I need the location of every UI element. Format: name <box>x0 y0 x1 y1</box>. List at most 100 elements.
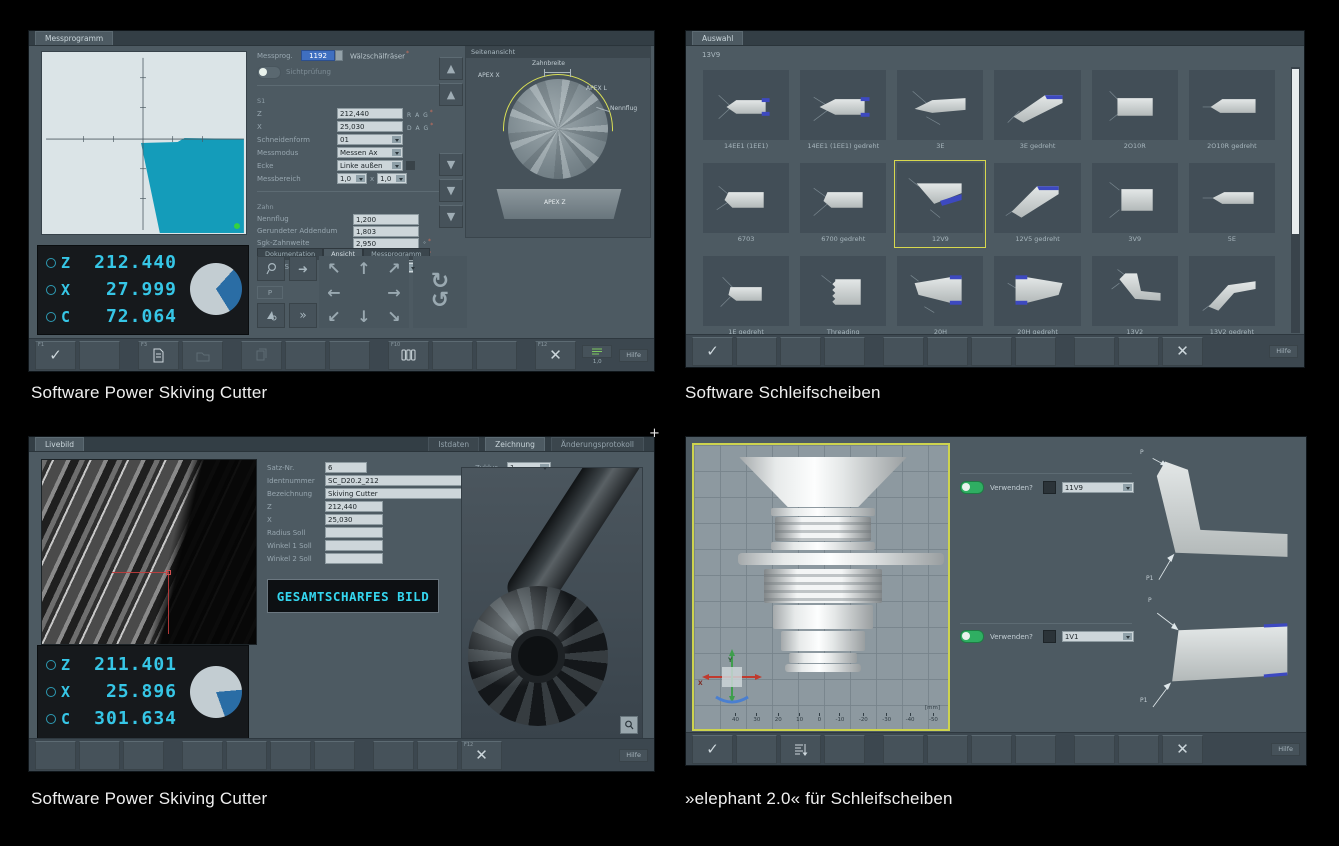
wheel-type-cell[interactable]: 1E gedreht <box>700 253 792 341</box>
softkey-button[interactable] <box>736 337 777 366</box>
softkey-button[interactable] <box>270 741 311 770</box>
wheel-type-cell[interactable]: 13V2 gedreht <box>1186 253 1278 341</box>
scrollbar[interactable] <box>1291 67 1300 333</box>
move-up-button[interactable]: ▲ <box>439 57 463 80</box>
archive-button[interactable]: F10 <box>388 341 429 370</box>
winkel2-soll-input[interactable] <box>325 553 383 564</box>
magnifier-button[interactable] <box>620 716 638 734</box>
wheel-type-cell[interactable]: 5E <box>1186 160 1278 248</box>
softkey-button[interactable] <box>736 735 777 764</box>
softkey-button[interactable] <box>123 741 164 770</box>
wheel-type-cell[interactable]: 6700 gedreht <box>797 160 889 248</box>
jog-right[interactable]: → <box>379 280 409 304</box>
softkey-button[interactable] <box>329 341 370 370</box>
cancel-button[interactable]: ✕ <box>1162 337 1203 366</box>
wheel-type-cell[interactable]: 3E gedreht <box>991 67 1083 155</box>
tab-auswahl[interactable]: Auswahl <box>692 31 743 45</box>
tab-istdaten[interactable]: Istdaten <box>428 437 479 451</box>
softkey-button[interactable] <box>373 741 414 770</box>
softkey-button[interactable] <box>417 741 458 770</box>
wheel-type-cell[interactable]: Threading <box>797 253 889 341</box>
wheel-type-cell[interactable]: 20H <box>894 253 986 341</box>
wheel-type-cell[interactable]: 12V5 gedreht <box>991 160 1083 248</box>
fast-forward-button[interactable]: » <box>289 303 317 328</box>
field-input[interactable]: 1,200 <box>353 214 419 225</box>
wheel-type-cell[interactable]: 14EE1 (1EE1) <box>700 67 792 155</box>
softkey-button[interactable] <box>780 337 821 366</box>
wheel-type-cell[interactable]: 3E <box>894 67 986 155</box>
tab-aenderungsprotokoll[interactable]: Änderungsprotokoll <box>551 437 644 451</box>
radius-soll-input[interactable] <box>325 527 383 538</box>
field-input[interactable]: 1,803 <box>353 226 419 237</box>
ecke-select[interactable]: Linke außen <box>337 160 403 171</box>
wheel-type-select-2[interactable]: 1V1 <box>1062 631 1134 642</box>
cancel-button[interactable]: F12✕ <box>535 341 576 370</box>
tab-livebild[interactable]: Livebild <box>35 437 84 451</box>
save-button[interactable] <box>182 341 223 370</box>
softkey-button[interactable] <box>35 741 76 770</box>
use-toggle-2[interactable] <box>960 630 984 643</box>
cancel-button[interactable]: F12✕ <box>461 741 502 770</box>
use-toggle-1[interactable] <box>960 481 984 494</box>
softkey-button[interactable] <box>927 735 968 764</box>
softkey-button[interactable] <box>1015 337 1056 366</box>
softkey-button[interactable] <box>971 337 1012 366</box>
schneidenform-select[interactable]: 01 <box>337 134 403 145</box>
cancel-button[interactable]: ✕ <box>1162 735 1203 764</box>
messbereich-y-input[interactable]: 1,0 <box>377 173 407 184</box>
softkey-button[interactable] <box>927 337 968 366</box>
move-down-fast-button[interactable]: ▼ <box>439 205 463 228</box>
measurement-plot[interactable] <box>41 51 247 235</box>
rotate-ccw-icon[interactable]: ↺ <box>431 292 449 311</box>
softkey-button[interactable] <box>1118 735 1159 764</box>
zoom-measure-button[interactable] <box>257 256 285 281</box>
softkey-button[interactable] <box>1074 337 1115 366</box>
prog-spinner[interactable] <box>335 50 343 61</box>
softkey-button[interactable] <box>226 741 267 770</box>
softkey-button[interactable] <box>79 341 120 370</box>
help-button[interactable]: Hilfe <box>619 349 648 362</box>
jog-left[interactable]: ← <box>319 280 349 304</box>
scrollbar-thumb[interactable] <box>1292 69 1299 234</box>
tab-messprogramm[interactable]: Messprogramm <box>35 31 113 45</box>
jog-down-left[interactable]: ↙ <box>319 304 349 328</box>
tool-tip-button[interactable] <box>257 303 285 328</box>
messbereich-x-input[interactable]: 1,0 <box>337 173 367 184</box>
softkey-button[interactable] <box>432 341 473 370</box>
winkel1-soll-input[interactable] <box>325 540 383 551</box>
help-button[interactable]: Hilfe <box>1269 345 1298 358</box>
jog-down-right[interactable]: ↘ <box>379 304 409 328</box>
simulation-button[interactable] <box>780 735 821 764</box>
confirm-button[interactable]: F1✓ <box>35 341 76 370</box>
softkey-button[interactable] <box>285 341 326 370</box>
wheel-type-cell[interactable]: 6703 <box>700 160 792 248</box>
prog-number-input[interactable]: 1192 <box>301 50 335 61</box>
wheel-3d-viewport[interactable]: X Y [mm] 403020100-10-20-30-40-50 <box>692 443 950 731</box>
inspection-toggle[interactable] <box>257 66 281 79</box>
wheel-type-cell[interactable]: 3V9 <box>1089 160 1181 248</box>
protocol-button[interactable]: F3 <box>138 341 179 370</box>
jog-down[interactable]: ↓ <box>349 304 379 328</box>
softkey-button[interactable] <box>79 741 120 770</box>
field-x-input[interactable]: 25,030 <box>337 121 403 132</box>
jog-up-left[interactable]: ↖ <box>319 256 349 280</box>
option-box[interactable] <box>1043 481 1056 494</box>
ecke-extra-button[interactable] <box>406 161 415 170</box>
z-input[interactable]: 212,440 <box>325 501 383 512</box>
softkey-button[interactable] <box>1015 735 1056 764</box>
live-camera-image[interactable] <box>41 459 257 645</box>
softkey-button[interactable] <box>314 741 355 770</box>
cutter-3d-view[interactable] <box>461 467 643 739</box>
jog-up-right[interactable]: ↗ <box>379 256 409 280</box>
move-down-button-2[interactable]: ▼ <box>439 179 463 202</box>
softkey-button[interactable] <box>883 337 924 366</box>
softkey-button[interactable] <box>824 735 865 764</box>
softkey-button[interactable] <box>883 735 924 764</box>
softkey-button[interactable] <box>971 735 1012 764</box>
confirm-button[interactable]: ✓ <box>692 735 733 764</box>
help-button[interactable]: Hilfe <box>619 749 648 762</box>
move-up-fast-button[interactable]: ▲ <box>439 83 463 106</box>
softkey-button[interactable] <box>1118 337 1159 366</box>
tab-zeichnung[interactable]: Zeichnung <box>485 437 545 451</box>
wheel-type-cell[interactable]: 13V2 <box>1089 253 1181 341</box>
